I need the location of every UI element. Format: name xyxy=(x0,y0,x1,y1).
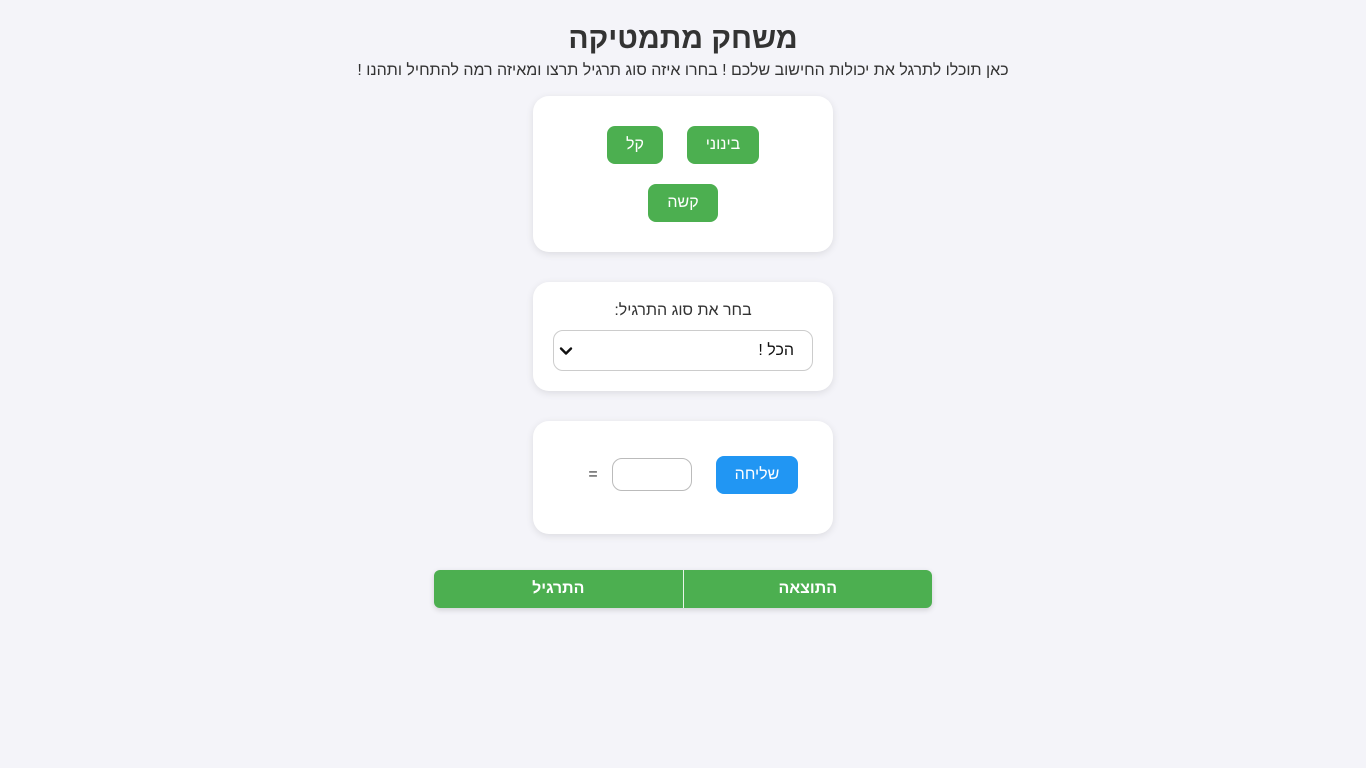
easy-level-button[interactable]: קל xyxy=(607,126,663,164)
difficulty-card: בינוני קל קשה xyxy=(533,96,833,252)
column-header-result: התוצאה xyxy=(682,570,933,608)
results-table-header: התוצאה התרגיל xyxy=(434,570,932,608)
chevron-down-icon xyxy=(559,347,573,355)
page: משחק מתמטיקה כאן תוכלו לתרגל את יכולות ה… xyxy=(0,0,1366,768)
answer-input[interactable] xyxy=(612,458,692,491)
exercise-type-label: בחר את סוג התרגיל: xyxy=(614,302,752,319)
exercise-type-card: בחר את סוג התרגיל: הכל ! xyxy=(533,282,833,391)
hard-level-button[interactable]: קשה xyxy=(648,184,718,222)
answer-card: שליחה = xyxy=(533,421,833,534)
equals-sign: = xyxy=(588,466,598,483)
page-title: משחק מתמטיקה xyxy=(568,22,798,55)
column-header-exercise: התרגיל xyxy=(532,580,585,597)
medium-level-button[interactable]: בינוני xyxy=(687,126,759,164)
send-button[interactable]: שליחה xyxy=(716,456,798,494)
page-subtitle: כאן תוכלו לתרגל את יכולות החישוב שלכם ! … xyxy=(357,62,1009,79)
exercise-type-select[interactable]: הכל ! xyxy=(553,330,813,371)
exercise-type-selected-value: הכל ! xyxy=(758,341,794,359)
